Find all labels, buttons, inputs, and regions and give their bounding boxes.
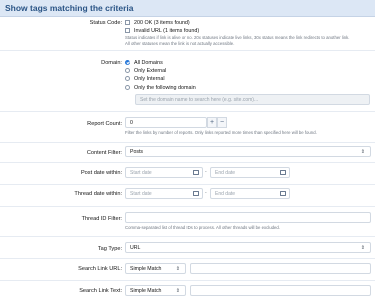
divider	[0, 184, 375, 185]
status-help-2: All other statuses mean the link is not …	[125, 41, 235, 46]
search-link-url-label: Search Link URL:	[78, 266, 122, 272]
search-link-url-mode-select[interactable]: Simple Match ⇕	[125, 263, 186, 274]
content-filter-label: Content Filter:	[86, 150, 122, 156]
radio[interactable]	[125, 76, 130, 81]
status-200-checkbox[interactable]: 200 OK (3 items found)	[125, 19, 190, 26]
section-title: Show tags matching the criteria	[5, 3, 134, 13]
radio[interactable]	[125, 85, 130, 90]
divider	[0, 258, 375, 259]
calendar-icon[interactable]	[193, 191, 199, 196]
tag-type-value: URL	[130, 245, 141, 251]
domain-label: Domain:	[101, 60, 122, 66]
search-link-text-label: Search Link Text:	[79, 288, 122, 294]
search-link-text-mode-select[interactable]: Simple Match ⇕	[125, 285, 186, 296]
domain-internal-label: Only Internal	[134, 75, 165, 82]
search-link-text-mode: Simple Match	[130, 288, 162, 294]
report-count-value: 0	[130, 120, 133, 126]
radio-selected[interactable]	[125, 60, 130, 65]
thread-id-input[interactable]	[125, 212, 371, 223]
radio[interactable]	[125, 68, 130, 73]
status-200-label: 200 OK (3 items found)	[134, 19, 190, 26]
divider	[0, 142, 375, 143]
chevron-updown-icon: ⇕	[175, 266, 180, 272]
content-filter-select[interactable]: Posts ⇕	[125, 146, 371, 157]
thread-id-label: Thread ID Filter:	[81, 216, 122, 222]
thread-date-label: Thread date within:	[74, 191, 122, 197]
status-invalid-label: Invalid URL (1 items found)	[134, 27, 200, 34]
start-date-placeholder: Start date	[130, 191, 152, 197]
report-count-help: Filter the links by number of reports. O…	[125, 130, 317, 135]
thread-date-end-input[interactable]: End date	[210, 188, 290, 199]
start-date-placeholder: Start date	[130, 170, 152, 176]
date-separator: -	[205, 190, 207, 196]
chevron-updown-icon: ⇕	[360, 149, 365, 155]
decrement-button[interactable]: −	[217, 117, 227, 128]
report-count-input[interactable]: 0	[125, 117, 207, 128]
divider	[0, 162, 375, 163]
domain-following-radio[interactable]: Only the following domain	[125, 84, 196, 91]
divider	[0, 111, 375, 112]
divider	[0, 206, 375, 207]
post-date-end-input[interactable]: End date	[210, 167, 290, 178]
domain-external-radio[interactable]: Only External	[125, 67, 166, 74]
search-link-url-mode: Simple Match	[130, 266, 162, 272]
end-date-placeholder: End date	[215, 191, 236, 197]
chevron-updown-icon: ⇕	[175, 288, 180, 294]
tag-type-label: Tag Type:	[97, 246, 122, 252]
tag-type-select[interactable]: URL ⇕	[125, 242, 371, 253]
divider	[0, 236, 375, 237]
divider	[0, 50, 375, 51]
calendar-icon[interactable]	[280, 191, 286, 196]
domain-internal-radio[interactable]: Only Internal	[125, 75, 165, 82]
search-link-url-input[interactable]	[190, 263, 371, 274]
divider	[0, 280, 375, 281]
thread-id-help: Comma-separated list of thread IDs to pr…	[125, 225, 281, 230]
domain-following-label: Only the following domain	[134, 84, 196, 91]
report-count-label: Report Count:	[87, 121, 122, 127]
date-separator: -	[205, 169, 207, 175]
checkbox[interactable]	[125, 28, 130, 33]
chevron-updown-icon: ⇕	[360, 245, 365, 251]
status-code-label: Status Code:	[89, 20, 122, 26]
calendar-icon[interactable]	[280, 170, 286, 175]
search-link-text-input[interactable]	[190, 285, 371, 296]
content-filter-value: Posts	[130, 149, 143, 155]
domain-external-label: Only External	[134, 67, 167, 74]
domain-all-label: All Domains	[134, 59, 163, 66]
domain-placeholder: Set the domain name to search here (e.g.…	[140, 97, 259, 103]
post-date-label: Post date within:	[80, 170, 122, 176]
domain-all-radio[interactable]: All Domains	[125, 59, 163, 66]
domain-name-input[interactable]: Set the domain name to search here (e.g.…	[135, 94, 370, 105]
post-date-start-input[interactable]: Start date	[125, 167, 203, 178]
section-header: Show tags matching the criteria	[0, 0, 375, 17]
thread-date-start-input[interactable]: Start date	[125, 188, 203, 199]
calendar-icon[interactable]	[193, 170, 199, 175]
end-date-placeholder: End date	[215, 170, 236, 176]
status-invalid-checkbox[interactable]: Invalid URL (1 items found)	[125, 27, 199, 34]
increment-button[interactable]: +	[207, 117, 217, 128]
checkbox[interactable]	[125, 20, 130, 25]
